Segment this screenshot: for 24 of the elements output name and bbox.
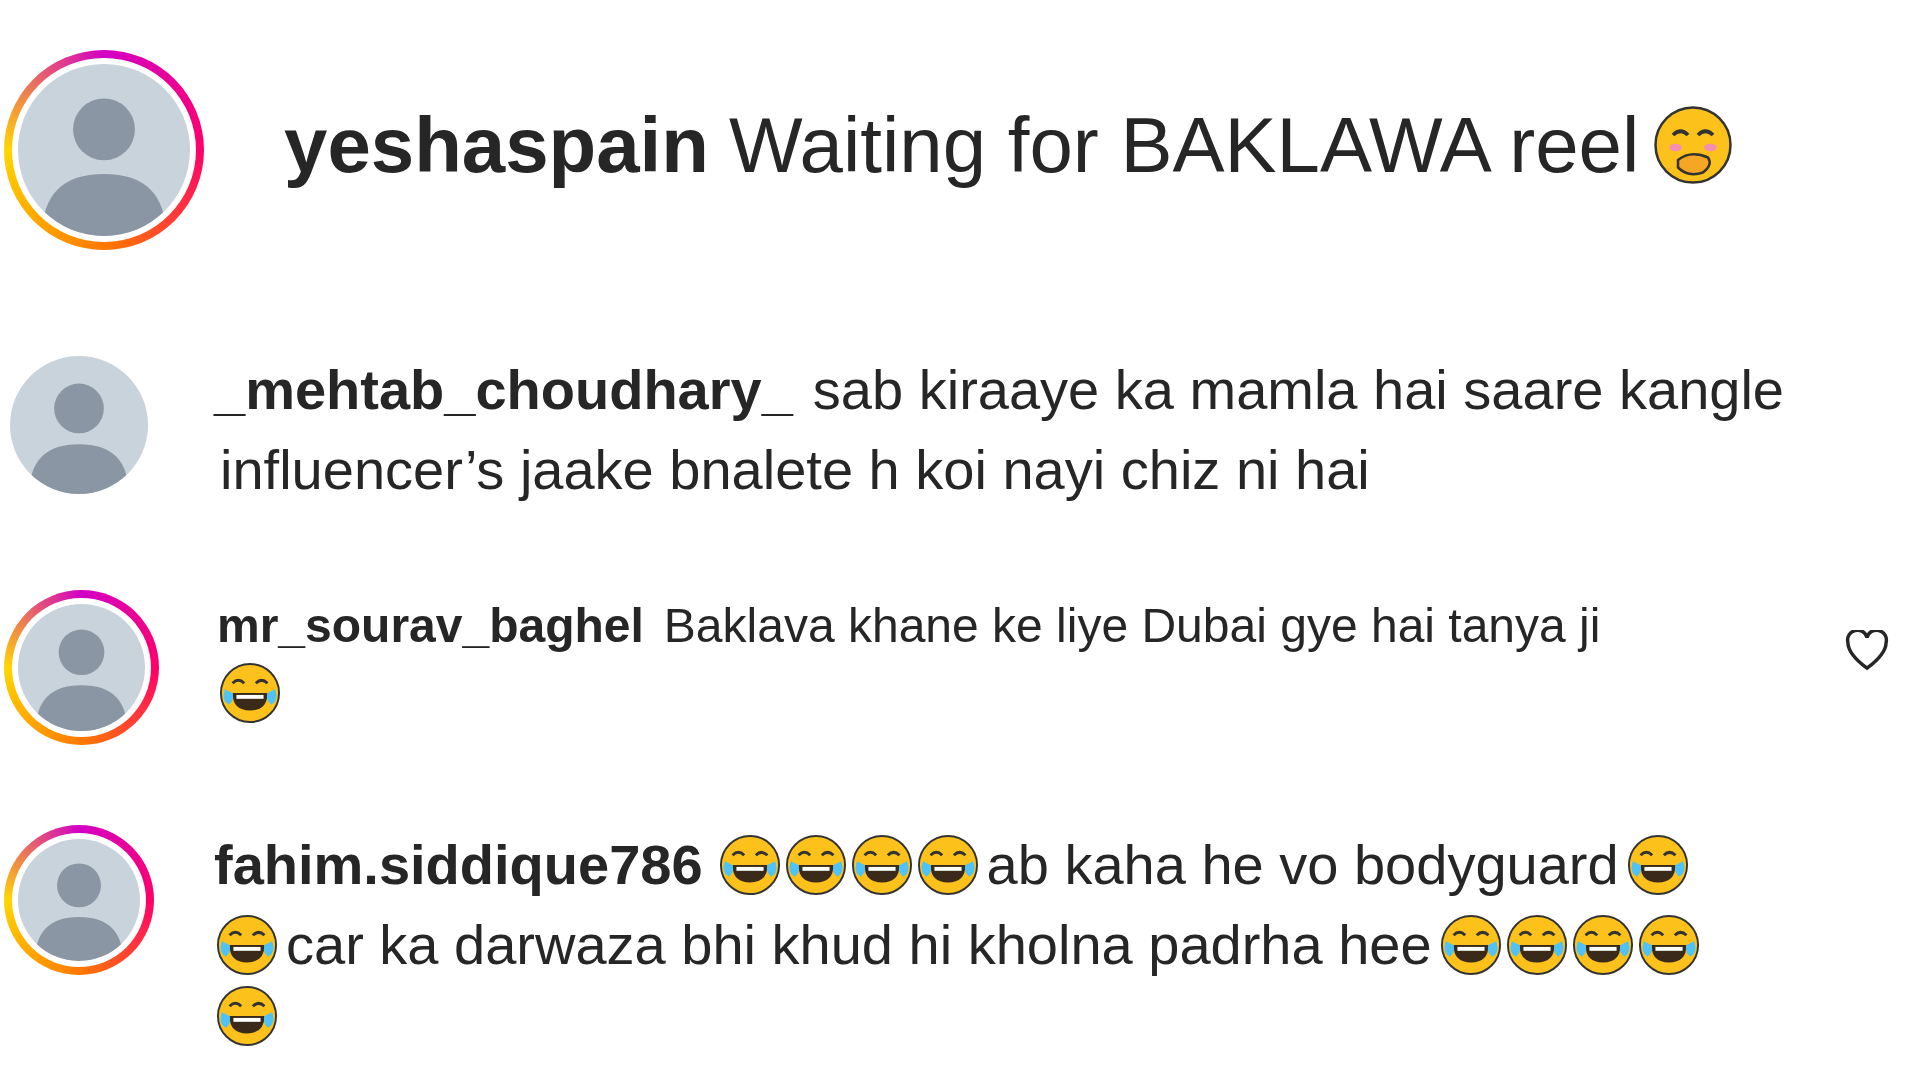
laughing-face-icon [1637,914,1700,976]
comment-text: car ka darwaza bhi khud hi kholna padrha hee [286,912,1432,978]
comment-text: ab kaha he vo bodyguard [986,832,1619,898]
heart-icon[interactable] [1844,630,1890,672]
username[interactable]: mr_sourav_baghel [217,590,644,662]
laughing-face-icon [216,985,278,1047]
laughing-face-icon [916,834,979,896]
hand-over-mouth-face-icon [1653,105,1734,185]
username[interactable]: _mehtab_choudhary_ [214,350,793,430]
comment-text: Baklava khane ke liye Dubai gye hai tanya ji [663,598,1601,654]
laughing-face-icon [216,914,278,976]
laughing-face-icon [850,834,913,896]
comment-text: sab kiraaye ka mamla hai saare kangle [812,357,1784,423]
username[interactable]: yeshaspain [284,95,709,195]
laughing-face-icon [1626,834,1689,896]
comment-text: influencer’s jaake bnalete h koi nayi chiz ni hai [220,437,1370,503]
laughing-face-icon [718,834,781,896]
laughing-face-icon [1439,914,1502,976]
username[interactable]: fahim.siddique786 [214,825,703,905]
laughing-face-icon [784,834,847,896]
laughing-face-icon [1505,914,1568,976]
comment-text: Waiting for BAKLAWA reel [728,100,1640,191]
laughing-face-icon [219,662,281,724]
laughing-face-icon [1571,914,1634,976]
